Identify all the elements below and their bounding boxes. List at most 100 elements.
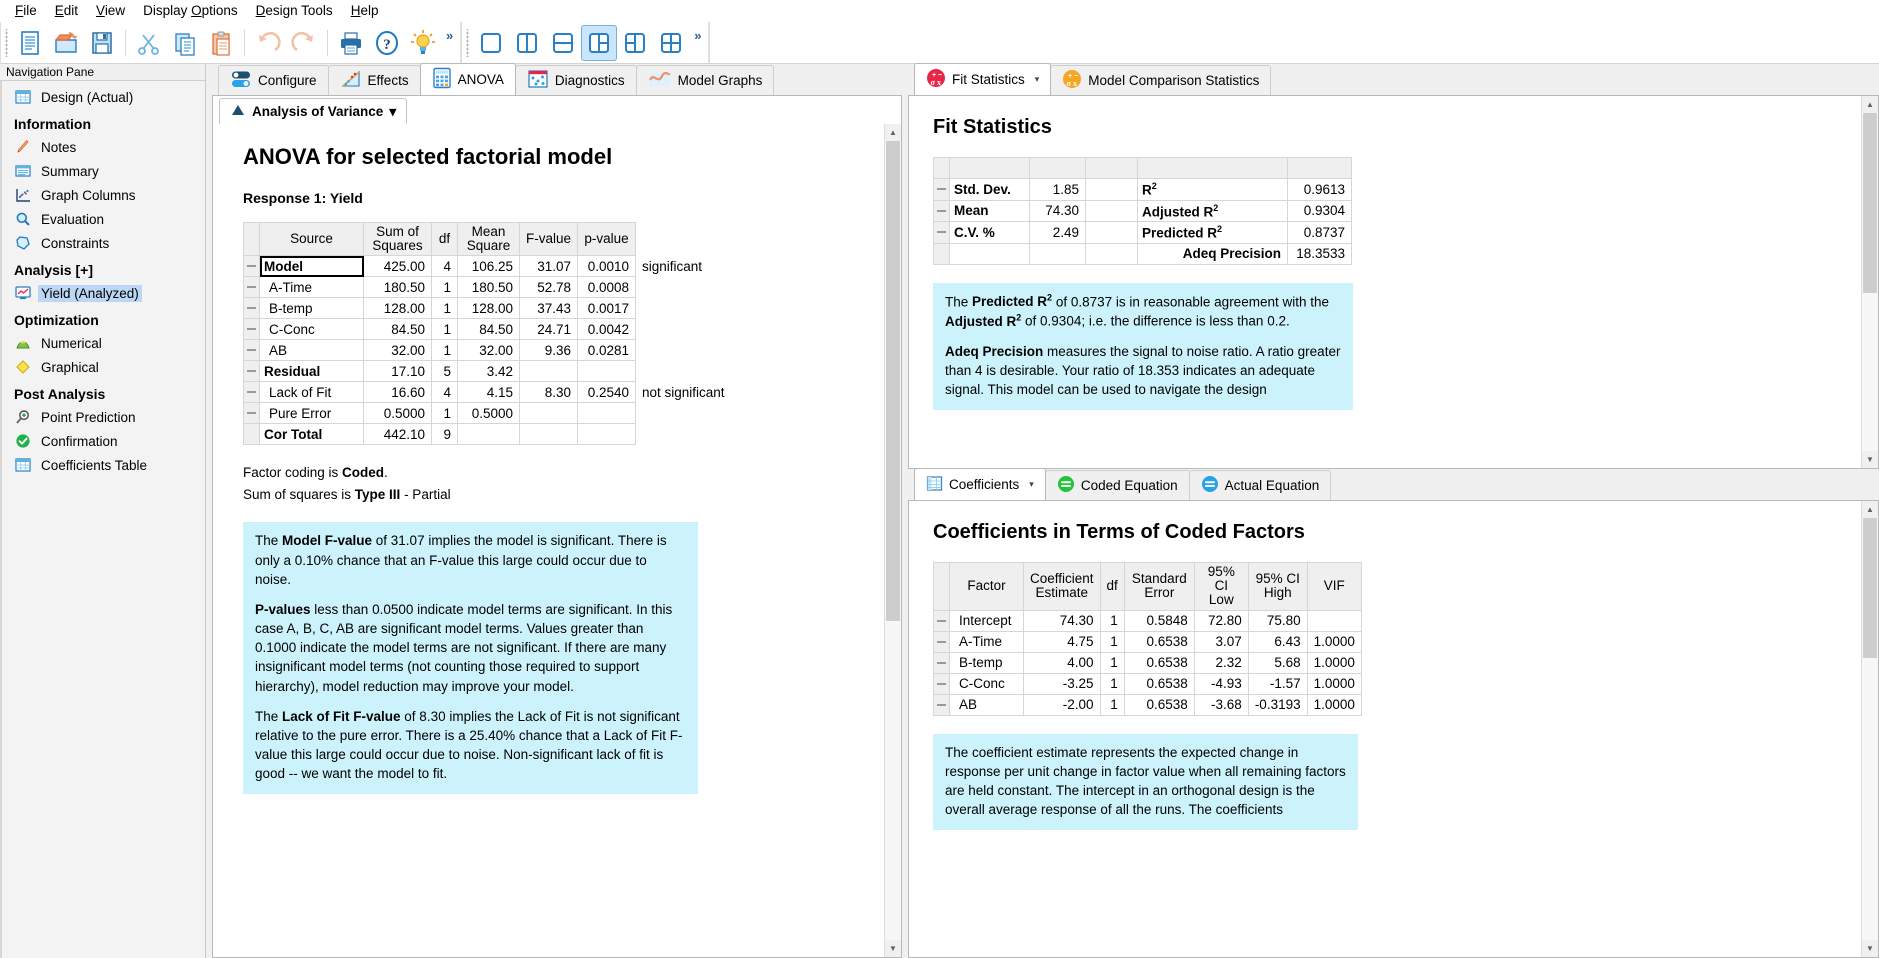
cell-ci-low[interactable]: -3.68 [1193,693,1249,716]
table-row[interactable]: Lack of Fit 16.60 4 4.15 8.30 0.2540 not… [243,381,736,404]
table-row[interactable]: B-temp 128.00 1 128.00 37.43 0.0017 [243,297,736,320]
cell-df[interactable]: 1 [1099,609,1125,632]
cell-df[interactable]: 1 [431,339,458,362]
chevron-down-icon[interactable]: ▾ [389,104,396,120]
cell-ss[interactable]: 84.50 [363,318,432,341]
cell-df[interactable]: 1 [1099,651,1125,674]
cell-value-left[interactable] [1029,242,1086,265]
cell-df[interactable]: 1 [1099,630,1125,653]
cell-stat-left[interactable] [949,242,1030,265]
scroll-up-arrow-icon[interactable]: ▲ [1862,96,1878,113]
cell-ms[interactable]: 32.00 [457,339,520,362]
cut-scissors-icon[interactable] [131,25,167,61]
layout-two-row-icon[interactable] [545,25,581,61]
anova-table[interactable]: Source Sum of Squares df Mean Square F-val… [243,221,736,446]
sidebar-item-numerical[interactable]: Numerical [8,331,205,355]
cell-ss[interactable]: 425.00 [363,255,432,278]
cell-source[interactable]: Pure Error [259,402,364,425]
row-handle[interactable] [933,609,950,632]
fit-statistics-table[interactable]: Std. Dev. 1.85 R2 0.9613 Mean 74.30 Adju… [933,157,1352,265]
cell-stat-right[interactable]: R2 [1137,178,1288,201]
cell-ms[interactable]: 128.00 [457,297,520,320]
sidebar-item-graphical[interactable]: Graphical [8,355,205,379]
cell-p[interactable]: 0.0281 [577,339,636,362]
cell-ss[interactable]: 32.00 [363,339,432,362]
table-row[interactable]: C.V. % 2.49 Predicted R2 0.8737 [933,221,1352,244]
cell-value-left[interactable]: 1.85 [1029,178,1086,201]
cell-ci-low[interactable]: 3.07 [1193,630,1249,653]
cell-p[interactable]: 0.0010 [577,255,636,278]
cell-f[interactable] [519,402,578,425]
cell-standard-error[interactable]: 0.6538 [1123,672,1195,695]
table-row[interactable]: A-Time 4.75 1 0.6538 3.07 6.43 1.0000 [933,630,1362,653]
menu-item-design-tools[interactable]: Design Tools [247,1,342,20]
cell-factor[interactable]: Intercept [949,609,1024,632]
sidebar-item-constraints[interactable]: Constraints [8,231,205,255]
cell-f[interactable] [519,423,578,446]
cell-p[interactable]: 0.0017 [577,297,636,320]
cell-df[interactable]: 4 [431,381,458,404]
scroll-up-arrow-icon[interactable]: ▲ [1862,501,1878,518]
layout-single-icon[interactable] [473,25,509,61]
cell-f[interactable]: 24.71 [519,318,578,341]
cell-ci-high[interactable]: -0.3193 [1247,693,1308,716]
cell-df[interactable]: 1 [431,276,458,299]
scroll-down-arrow-icon[interactable]: ▼ [1862,940,1878,957]
row-handle[interactable] [933,672,950,695]
tab-fit-statistics[interactable]: + − σ x Fit Statistics ▾ [914,63,1052,95]
cell-ss[interactable]: 128.00 [363,297,432,320]
table-row[interactable]: Adeq Precision 18.3533 [933,242,1352,265]
cell-f[interactable]: 37.43 [519,297,578,320]
menu-item-edit[interactable]: Edit [46,1,87,20]
menu-item-file[interactable]: FFileile [6,1,46,20]
cell-factor[interactable]: C-Conc [949,672,1024,695]
sidebar-item-graph-columns[interactable]: Graph Columns [8,183,205,207]
layout-right-split-icon[interactable] [617,25,653,61]
sidebar-item-coefficients-table[interactable]: Coefficients Table [8,453,205,477]
coefficients-vertical-scrollbar[interactable]: ▲ ▼ [1861,501,1878,957]
table-row[interactable]: Pure Error 0.5000 1 0.5000 [243,402,736,425]
paste-icon[interactable] [203,25,239,61]
row-handle[interactable] [933,630,950,653]
cell-ci-low[interactable]: -4.93 [1193,672,1249,695]
cell-df[interactable]: 5 [431,360,458,383]
redo-arrow-icon[interactable] [286,25,322,61]
cell-stat-right[interactable]: Adjusted R2 [1137,199,1288,222]
row-handle[interactable] [243,381,260,404]
cell-df[interactable]: 1 [431,297,458,320]
scroll-thumb[interactable] [886,141,900,621]
cell-ci-low[interactable]: 2.32 [1193,651,1249,674]
table-row[interactable]: B-temp 4.00 1 0.6538 2.32 5.68 1.0000 [933,651,1362,674]
cell-source[interactable]: Residual [259,360,364,383]
row-handle[interactable] [243,402,260,425]
cell-stat-left[interactable]: C.V. % [949,221,1030,244]
row-handle[interactable] [243,339,260,362]
table-row[interactable]: Residual 17.10 5 3.42 [243,360,736,383]
layout-left-split-icon[interactable] [581,24,618,61]
tab-actual-equation[interactable]: Actual Equation [1188,470,1332,500]
scroll-thumb[interactable] [1863,113,1877,293]
table-row[interactable]: Model 425.00 4 106.25 31.07 0.0010 signi… [243,255,736,278]
row-handle[interactable] [933,199,950,222]
scroll-track[interactable] [885,141,901,940]
cell-ms[interactable]: 0.5000 [457,402,520,425]
cell-value-left[interactable]: 2.49 [1029,221,1086,244]
tab-effects[interactable]: Effects [327,65,421,95]
new-document-icon[interactable] [12,25,48,61]
cell-p[interactable]: 0.2540 [577,381,636,404]
table-row[interactable]: AB -2.00 1 0.6538 -3.68 -0.3193 1.0000 [933,693,1362,716]
cell-source[interactable]: AB [259,339,364,362]
cell-p[interactable]: 0.0042 [577,318,636,341]
scroll-thumb[interactable] [1863,518,1877,658]
cell-factor[interactable]: A-Time [949,630,1024,653]
row-handle[interactable] [933,693,950,716]
cell-ci-high[interactable]: 75.80 [1247,609,1308,632]
cell-source[interactable]: A-Time [259,276,364,299]
table-row[interactable]: A-Time 180.50 1 180.50 52.78 0.0008 [243,276,736,299]
cell-value-left[interactable]: 74.30 [1029,199,1086,222]
cell-factor[interactable]: B-temp [949,651,1024,674]
sidebar-item-design-actual[interactable]: Design (Actual) [8,85,205,109]
cell-source[interactable]: B-temp [259,297,364,320]
cell-ss[interactable]: 17.10 [363,360,432,383]
open-folder-icon[interactable] [48,25,84,61]
